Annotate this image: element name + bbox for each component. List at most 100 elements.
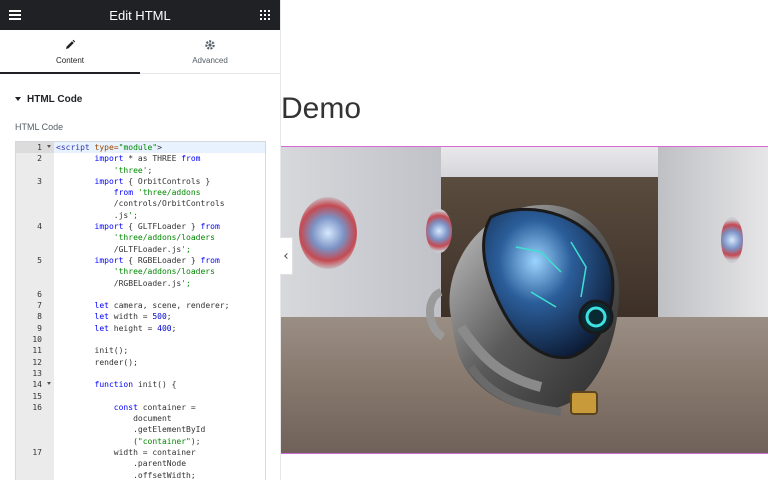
code-line[interactable]: from 'three/addons: [16, 187, 265, 198]
code-line[interactable]: 3 import { OrbitControls }: [16, 176, 265, 187]
line-number: 14: [16, 379, 54, 390]
porthole-light-icon: [721, 217, 743, 263]
line-number: 6: [37, 289, 42, 299]
line-code: import { OrbitControls }: [94, 176, 211, 186]
code-line[interactable]: 'three/addons/loaders: [16, 232, 265, 243]
line-number: [16, 413, 54, 424]
code-line[interactable]: /RGBELoader.js';: [16, 278, 265, 289]
line-code: [54, 368, 265, 379]
line-number: 12: [32, 357, 42, 367]
code-line[interactable]: 14 function init() {: [16, 379, 265, 390]
panel-header: Edit HTML: [0, 0, 280, 30]
line-number: 3: [37, 176, 42, 186]
line-code: from 'three/addons: [113, 188, 201, 198]
line-number: 11: [32, 346, 42, 356]
fold-toggle-icon[interactable]: [47, 145, 51, 148]
line-number: [16, 244, 54, 255]
line-code: function init() {: [94, 380, 177, 390]
code-line[interactable]: 7 let camera, scene, renderer;: [16, 300, 265, 311]
line-code: ("container");: [56, 436, 201, 446]
code-line[interactable]: 5 import { RGBELoader } from: [16, 255, 265, 266]
editor-lines[interactable]: 1 <script type="module"> 2 import * as THR…: [16, 142, 265, 480]
panel-title: Edit HTML: [109, 7, 171, 23]
line-code: import { RGBELoader } from: [94, 255, 220, 265]
widgets-grid-icon[interactable]: [260, 10, 270, 20]
line-code: [54, 334, 265, 345]
code-line[interactable]: /GLTFLoader.js';: [16, 244, 265, 255]
hamburger-menu-icon[interactable]: [9, 10, 21, 20]
line-number: 15: [32, 391, 42, 401]
code-line[interactable]: ("container");: [16, 436, 265, 447]
line-code: import { GLTFLoader } from: [94, 222, 220, 232]
code-line[interactable]: 17 width = container: [16, 447, 265, 458]
line-code: .getElementById: [56, 425, 206, 435]
line-number: 9: [37, 323, 42, 333]
code-line[interactable]: 6: [16, 289, 265, 300]
code-line[interactable]: 9 let height = 400;: [16, 323, 265, 334]
code-line[interactable]: 11 init();: [16, 345, 265, 356]
code-line[interactable]: .offsetWidth;: [16, 470, 265, 480]
scene-wall-right: [658, 147, 768, 337]
line-code: .parentNode: [56, 459, 187, 469]
helmet-model[interactable]: [421, 197, 631, 437]
line-code: /RGBELoader.js';: [56, 278, 191, 288]
code-line[interactable]: 16 const container =: [16, 402, 265, 413]
code-line[interactable]: 'three/addons/loaders: [16, 266, 265, 277]
code-line[interactable]: 13: [16, 368, 265, 379]
code-line[interactable]: 8 let width = 500;: [16, 311, 265, 322]
line-code: <script type="module">: [54, 142, 265, 154]
line-code: document: [56, 414, 172, 424]
code-line[interactable]: 12 render();: [16, 357, 265, 368]
code-line[interactable]: 4 import { GLTFLoader } from: [16, 221, 265, 232]
line-number: 13: [32, 368, 42, 378]
code-line[interactable]: 15: [16, 391, 265, 402]
pencil-icon: [64, 38, 76, 52]
code-line[interactable]: /controls/OrbitControls: [16, 198, 265, 209]
line-number: 1: [16, 142, 54, 154]
line-code: 'three/addons/loaders: [113, 267, 215, 277]
fold-toggle-icon[interactable]: [47, 382, 51, 386]
line-number: 10: [32, 335, 42, 345]
tab-advanced[interactable]: Advanced: [140, 30, 280, 73]
line-number: [16, 278, 54, 289]
line-code: render();: [56, 357, 138, 367]
3d-model-viewer[interactable]: [281, 146, 768, 454]
line-number: [16, 424, 54, 435]
code-line[interactable]: 1 <script type="module">: [16, 142, 265, 154]
code-line[interactable]: 'three';: [16, 165, 265, 176]
line-number: 2: [37, 154, 42, 164]
code-line[interactable]: .getElementById: [16, 424, 265, 435]
line-code: const container =: [113, 402, 196, 412]
line-number: 4: [37, 222, 42, 232]
code-line[interactable]: 2 import * as THREE from: [16, 153, 265, 164]
html-code-editor[interactable]: 1 <script type="module"> 2 import * as THR…: [15, 141, 266, 480]
code-line[interactable]: 10: [16, 334, 265, 345]
line-number: [16, 436, 54, 447]
section-html-code-toggle[interactable]: HTML Code: [0, 74, 280, 124]
line-number: [16, 165, 54, 176]
tab-content[interactable]: Content: [0, 30, 140, 74]
line-number: 16: [32, 402, 42, 412]
edit-panel: Edit HTML Content Advanced HTML Code HTM…: [0, 0, 281, 480]
line-number: [16, 198, 54, 209]
line-code: let height = 400;: [94, 323, 177, 333]
code-line[interactable]: .js';: [16, 210, 265, 221]
html-code-field-label: HTML Code: [15, 122, 64, 132]
line-code: .js';: [56, 210, 138, 220]
line-code: width = container: [56, 448, 196, 458]
code-line[interactable]: document: [16, 413, 265, 424]
collapse-panel-button[interactable]: [280, 237, 293, 275]
line-code: [54, 289, 265, 300]
line-code: .offsetWidth;: [56, 470, 196, 480]
line-number: 8: [37, 312, 42, 322]
code-line[interactable]: .parentNode: [16, 458, 265, 469]
tab-content-label: Content: [55, 56, 85, 65]
tab-advanced-label: Advanced: [192, 56, 228, 65]
line-number: [16, 266, 54, 277]
line-code: init();: [56, 346, 129, 356]
line-number: 17: [32, 448, 42, 458]
line-number: [16, 187, 54, 198]
line-code: 'three';: [113, 165, 153, 175]
section-title: HTML Code: [27, 93, 83, 105]
line-number: [16, 232, 54, 243]
